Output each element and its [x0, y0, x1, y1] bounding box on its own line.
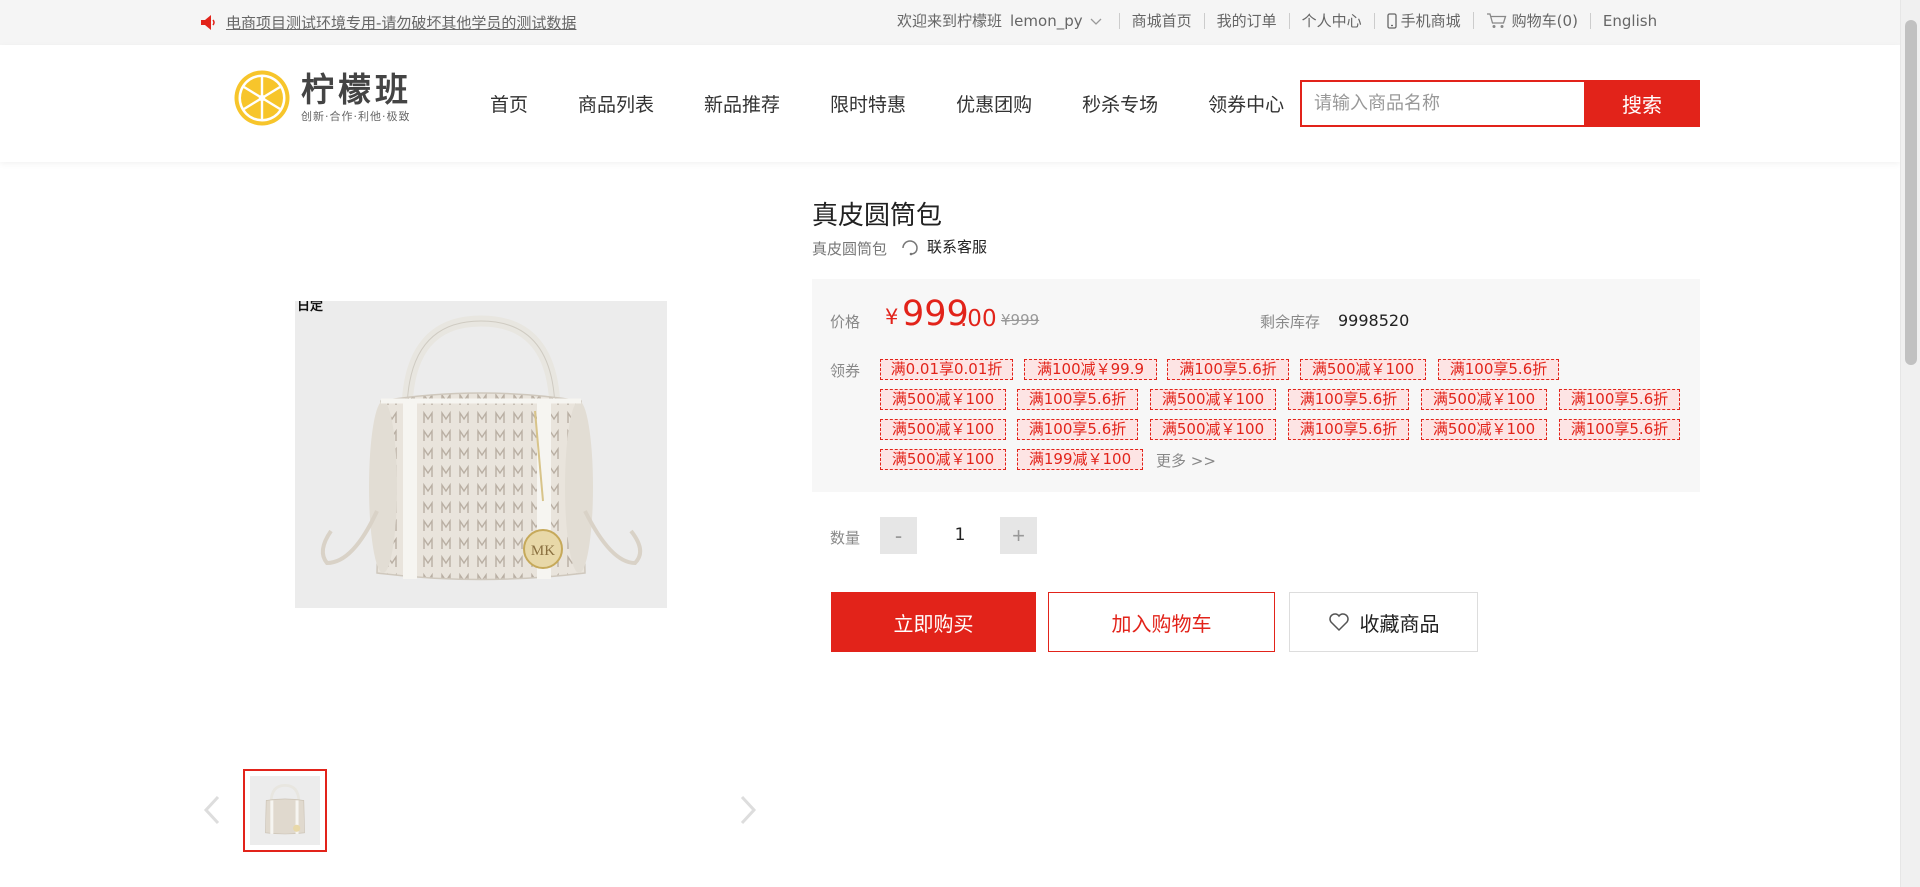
handbag-thumbnail-image — [265, 784, 305, 835]
my-orders-link[interactable]: 我的订单 — [1203, 11, 1289, 30]
chevron-left-icon[interactable] — [201, 795, 223, 825]
username-link[interactable]: lemon_py — [1010, 13, 1083, 29]
search-button[interactable]: 搜索 — [1584, 80, 1700, 127]
logo-name: 柠檬班 — [301, 70, 412, 109]
mobile-mall-label: 手机商城 — [1400, 11, 1461, 30]
language-link[interactable]: English — [1589, 11, 1669, 30]
site-logo[interactable]: 柠檬班 创新·合作·利他·极致 — [233, 69, 412, 127]
phone-icon — [1387, 12, 1397, 29]
coupon-tag[interactable]: 满100享5.6折 — [1559, 419, 1680, 440]
main-nav: 首页 商品列表 新品推荐 限时特惠 优惠团购 秒杀专场 领券中心 — [490, 90, 1334, 117]
coupon-tag[interactable]: 满500减￥100 — [1421, 389, 1547, 410]
nav-coupon-center[interactable]: 领券中心 — [1208, 90, 1284, 117]
coupon-tag[interactable]: 满500减￥100 — [880, 389, 1006, 410]
scrollbar-thumb[interactable] — [1905, 20, 1917, 365]
add-to-cart-button[interactable]: 加入购物车 — [1048, 592, 1275, 652]
nav-home[interactable]: 首页 — [490, 90, 528, 117]
mall-home-label: 商城首页 — [1131, 11, 1192, 30]
lemon-logo-icon — [234, 70, 290, 126]
coupon-tag[interactable]: 满0.01享0.01折 — [880, 359, 1013, 380]
coupon-tag[interactable]: 满100享5.6折 — [1559, 389, 1680, 410]
product-subtitle: 真皮圆筒包 — [812, 240, 888, 258]
coupon-tag[interactable]: 满500减￥100 — [880, 449, 1006, 470]
quantity-decrease-button[interactable]: - — [880, 517, 917, 554]
thumbnail-image — [250, 776, 320, 845]
mall-home-link[interactable]: 商城首页 — [1118, 11, 1204, 30]
top-bar: 电商项目测试环境专用-请勿破坏其他学员的测试数据 欢迎来到柠檬班 lemon_p… — [0, 0, 1900, 45]
top-nav: 欢迎来到柠檬班 lemon_py 商城首页 我的订单 个人中心 手机商城 购物车… — [897, 12, 1669, 29]
coupon-label: 领券 — [830, 362, 861, 380]
nav-seckill[interactable]: 秒杀专场 — [1082, 90, 1158, 117]
price-currency: ¥ — [885, 305, 899, 329]
nav-new-arrivals[interactable]: 新品推荐 — [704, 90, 780, 117]
favorite-label: 收藏商品 — [1359, 611, 1440, 636]
coupon-tag[interactable]: 满199减￥100 — [1017, 449, 1143, 470]
nav-flash-deals[interactable]: 限时特惠 — [830, 90, 906, 117]
handbag-image: MK — [320, 315, 643, 581]
image-corner-text: 日定 — [297, 301, 324, 314]
coupon-tag[interactable]: 满500减￥100 — [1300, 359, 1426, 380]
price-label: 价格 — [830, 313, 861, 331]
speaker-icon — [201, 15, 215, 30]
more-coupons-link[interactable]: 更多 >> — [1156, 450, 1216, 471]
cart-link[interactable]: 购物车(0) — [1472, 11, 1590, 30]
coupon-tag[interactable]: 满100减￥99.9 — [1024, 359, 1157, 380]
notice-link[interactable]: 电商项目测试环境专用-请勿破坏其他学员的测试数据 — [226, 12, 576, 33]
language-label: English — [1602, 11, 1658, 30]
product-title: 真皮圆筒包 — [812, 201, 943, 231]
quantity-increase-button[interactable]: + — [1000, 517, 1037, 554]
coupon-tag[interactable]: 满100享5.6折 — [1438, 359, 1559, 380]
chevron-down-icon[interactable] — [1089, 16, 1103, 26]
nav-product-list[interactable]: 商品列表 — [578, 90, 654, 117]
headset-icon — [902, 239, 918, 255]
coupon-tag[interactable]: 满100享5.6折 — [1167, 359, 1289, 380]
cart-icon — [1486, 13, 1507, 28]
buy-now-button[interactable]: 立即购买 — [831, 592, 1036, 652]
quantity-label: 数量 — [830, 529, 861, 547]
mobile-mall-link[interactable]: 手机商城 — [1373, 11, 1473, 30]
coupon-tag[interactable]: 满500减￥100 — [1150, 419, 1276, 440]
coupon-tag[interactable]: 满500减￥100 — [880, 419, 1006, 440]
coupon-tag[interactable]: 满100享5.6折 — [1288, 419, 1409, 440]
price-decimal: .00 — [960, 306, 997, 332]
stock-value: 9998520 — [1338, 311, 1410, 330]
search-bar: 搜索 — [1300, 80, 1700, 127]
user-center-link[interactable]: 个人中心 — [1288, 11, 1374, 30]
coupon-tag[interactable]: 满500减￥100 — [1150, 389, 1276, 410]
coupon-tag[interactable]: 满500减￥100 — [1421, 419, 1547, 440]
coupon-tag[interactable]: 满100享5.6折 — [1017, 389, 1138, 410]
heart-icon — [1328, 613, 1349, 632]
site-header: 柠檬班 创新·合作·利他·极致 首页 商品列表 新品推荐 限时特惠 优惠团购 秒… — [0, 45, 1900, 162]
favorite-button[interactable]: 收藏商品 — [1289, 592, 1478, 652]
product-main-image[interactable]: 日定 MK — [295, 301, 667, 608]
coupon-tag[interactable]: 满100享5.6折 — [1288, 389, 1409, 410]
user-center-label: 个人中心 — [1301, 11, 1362, 30]
chevron-right-icon[interactable] — [737, 795, 759, 825]
welcome-text: 欢迎来到柠檬班 — [897, 11, 1003, 30]
coupon-tag[interactable]: 满100享5.6折 — [1017, 419, 1138, 440]
my-orders-label: 我的订单 — [1216, 11, 1277, 30]
svg-text:MK: MK — [531, 543, 555, 559]
price-integer: 999 — [902, 294, 969, 334]
logo-text: 柠檬班 创新·合作·利他·极致 — [301, 72, 412, 124]
stock-label: 剩余库存 — [1260, 313, 1321, 331]
original-price: ¥999 — [1001, 311, 1040, 329]
welcome-item: 欢迎来到柠檬班 lemon_py — [897, 13, 1119, 29]
customer-service-label: 联系客服 — [927, 238, 988, 256]
product-thumbnail[interactable] — [243, 769, 327, 852]
quantity-value[interactable]: 1 — [940, 517, 980, 554]
customer-service-link[interactable]: 联系客服 — [900, 236, 987, 257]
logo-slogan: 创新·合作·利他·极致 — [301, 110, 411, 123]
nav-group-buy[interactable]: 优惠团购 — [956, 90, 1032, 117]
search-input[interactable] — [1300, 80, 1584, 127]
cart-label: 购物车(0) — [1511, 11, 1578, 30]
page-scrollbar[interactable] — [1900, 0, 1920, 887]
